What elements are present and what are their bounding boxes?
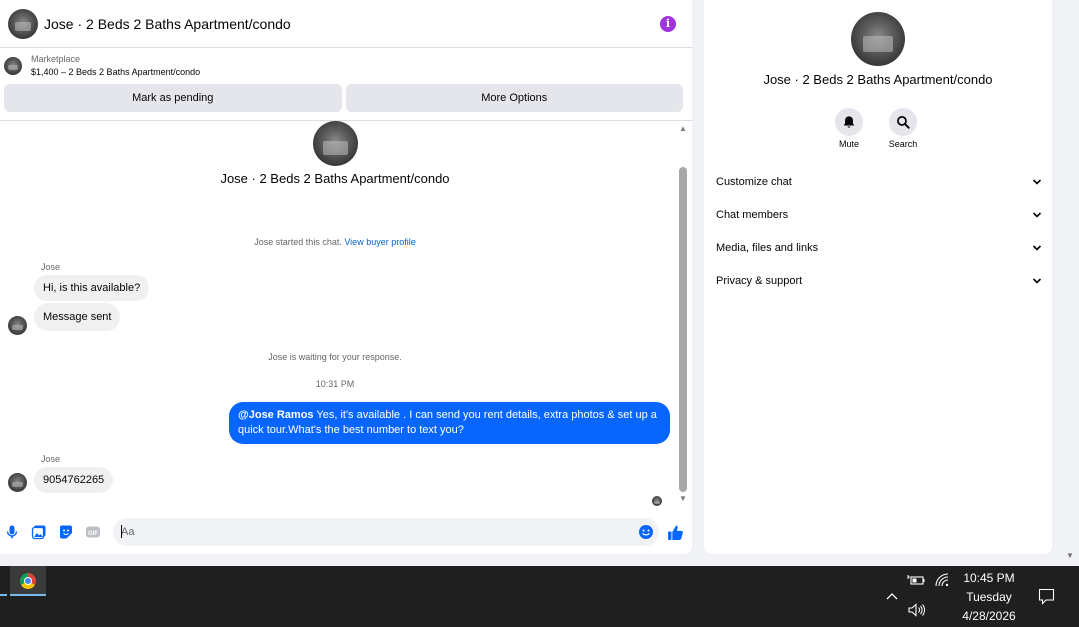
avatar[interactable]: [8, 8, 38, 39]
scrollbar[interactable]: ▲ ▼: [678, 124, 688, 508]
message-bubble[interactable]: 9054762265: [34, 467, 114, 493]
gif-icon[interactable]: GIF: [85, 524, 101, 540]
chrome-taskbar-button[interactable]: [10, 566, 46, 596]
menu-media-files-links[interactable]: Media, files and links: [716, 238, 1042, 258]
chevron-down-icon: [1032, 278, 1042, 284]
waiting-notice: Jose is waiting for your response.: [268, 352, 402, 362]
menu-customize-chat[interactable]: Customize chat: [716, 172, 1042, 192]
clock-time[interactable]: 10:45 PM: [950, 571, 1028, 585]
emoji-icon[interactable]: [638, 524, 654, 540]
scroll-up-arrow[interactable]: ▲: [678, 124, 688, 134]
chevron-down-icon: [1032, 212, 1042, 218]
mute-button[interactable]: Mute: [829, 108, 869, 149]
search-label: Search: [888, 139, 918, 149]
conversation-title: Jose · 2 Beds 2 Baths Apartment/condo: [220, 171, 450, 186]
menu-chat-members[interactable]: Chat members: [716, 205, 1042, 225]
search-button[interactable]: Search: [883, 108, 923, 149]
mark-as-pending-button[interactable]: Mark as pending: [4, 84, 342, 112]
message-bubble[interactable]: Hi, is this available?: [34, 275, 150, 301]
mention[interactable]: @Jose Ramos: [238, 409, 314, 421]
mute-label: Mute: [838, 139, 859, 149]
listing-label: Marketplace: [31, 54, 81, 64]
text-caret: [121, 525, 122, 538]
notification-icon[interactable]: [1038, 588, 1055, 605]
sender-name: Jose: [41, 262, 61, 272]
more-options-button[interactable]: More Options: [345, 84, 683, 112]
view-buyer-profile-link[interactable]: View buyer profile: [344, 237, 415, 247]
taskbar: 10:45 PM Tuesday 4/28/2026: [0, 566, 1079, 627]
listing-thumbnail: [4, 57, 22, 75]
outgoing-message-bubble[interactable]: @Jose Ramos Yes, it's available . I can …: [229, 402, 670, 444]
message-input[interactable]: [121, 524, 621, 540]
panel-title: Jose · 2 Beds 2 Baths Apartment/condo: [763, 72, 993, 87]
info-icon[interactable]: i: [660, 16, 676, 32]
photo-icon[interactable]: [31, 524, 47, 540]
chat-title[interactable]: Jose · 2 Beds 2 Baths Apartment/condo: [44, 16, 291, 32]
listing-summary[interactable]: Marketplace $1,400 – 2 Beds 2 Baths Apar…: [0, 48, 692, 84]
chrome-icon: [20, 573, 36, 589]
clock-day[interactable]: Tuesday: [950, 590, 1028, 604]
menu-privacy-support[interactable]: Privacy & support: [716, 271, 1042, 291]
bell-icon: [843, 116, 855, 128]
sender-name: Jose: [41, 454, 61, 464]
like-icon[interactable]: [667, 524, 684, 541]
battery-icon[interactable]: [907, 573, 925, 587]
conversation-avatar: [313, 121, 358, 166]
chat-header: Jose · 2 Beds 2 Baths Apartment/condo i: [0, 0, 692, 48]
message-input-box[interactable]: [113, 518, 659, 546]
listing-actions: Mark as pending More Options: [0, 84, 692, 112]
message-timestamp: 10:31 PM: [315, 379, 355, 389]
sticker-icon[interactable]: [58, 524, 74, 540]
details-panel: Jose · 2 Beds 2 Baths Apartment/condo Mu…: [704, 0, 1052, 554]
volume-icon[interactable]: [907, 603, 927, 617]
chat-panel: Jose · 2 Beds 2 Baths Apartment/condo i …: [0, 0, 692, 554]
page-scroll-down-arrow[interactable]: ▼: [1066, 551, 1074, 560]
chevron-down-icon: [1032, 245, 1042, 251]
scroll-down-arrow[interactable]: ▼: [678, 494, 688, 504]
mic-icon[interactable]: [4, 524, 20, 540]
scrollbar-thumb[interactable]: [679, 167, 687, 492]
chevron-down-icon: [1032, 179, 1042, 185]
chevron-up-icon[interactable]: [886, 591, 898, 601]
seen-indicator-avatar: [652, 496, 662, 506]
clock-date[interactable]: 4/28/2026: [950, 609, 1028, 623]
wifi-icon[interactable]: [934, 572, 950, 588]
svg-text:GIF: GIF: [88, 531, 98, 537]
avatar[interactable]: [8, 316, 27, 335]
avatar[interactable]: [851, 12, 905, 66]
listing-description: $1,400 – 2 Beds 2 Baths Apartment/condo: [31, 67, 201, 77]
message-list: Jose · 2 Beds 2 Baths Apartment/condo Jo…: [0, 121, 692, 511]
message-bubble[interactable]: Message sent: [34, 303, 121, 331]
avatar[interactable]: [8, 473, 27, 492]
message-composer: GIF: [0, 516, 692, 548]
chat-started-notice: Jose started this chat. View buyer profi…: [254, 237, 416, 247]
search-icon: [897, 116, 910, 129]
